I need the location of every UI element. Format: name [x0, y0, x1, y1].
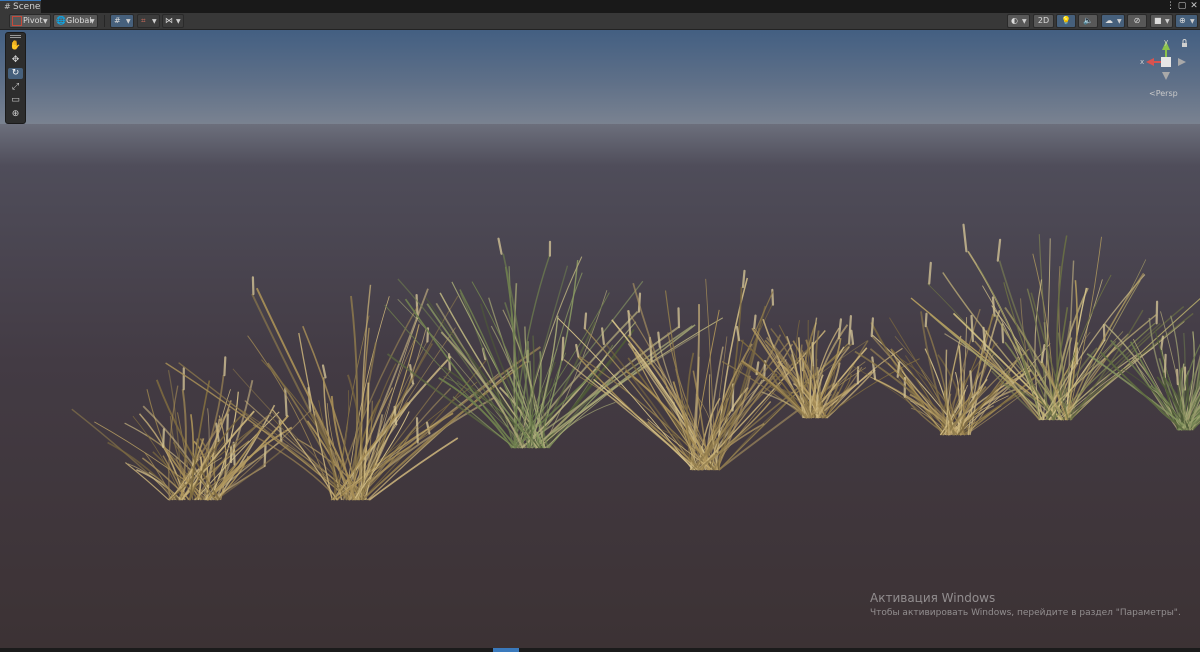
toolbar-overlay-icon: ⋈: [165, 16, 173, 25]
y-axis-label: y: [1164, 38, 1168, 46]
lock-icon[interactable]: [1182, 39, 1187, 48]
sky: [0, 30, 1200, 126]
bottom-strip-accent: [493, 648, 519, 652]
scene-viewport[interactable]: [0, 30, 1200, 652]
hidden-objects-icon: ⊘: [1133, 16, 1141, 25]
camera-icon: ■: [1154, 16, 1162, 25]
increment-snap-icon: ⌗: [141, 16, 146, 25]
chevron-down-icon: ▼: [176, 18, 181, 25]
scale-tool[interactable]: ⤢: [8, 82, 23, 93]
chevron-down-icon: ▼: [152, 18, 157, 25]
neg-x-axis-cone[interactable]: [1178, 58, 1186, 66]
chevron-down-icon: ▼: [1022, 18, 1027, 25]
tab-scene[interactable]: # Scene: [0, 0, 41, 13]
palette-handle[interactable]: [10, 35, 21, 36]
close-icon[interactable]: ✕: [1189, 0, 1199, 13]
move-tool[interactable]: ✥: [8, 55, 23, 66]
neg-y-axis-cone[interactable]: [1162, 72, 1170, 80]
hand-tool[interactable]: ✋: [8, 41, 23, 52]
persp-label: Persp: [1155, 89, 1178, 98]
x-axis-label: x: [1140, 58, 1144, 66]
chevron-down-icon: ▼: [1190, 18, 1195, 25]
rotate-tool[interactable]: ↻: [8, 68, 23, 79]
shading-mode-icon: ◐: [1011, 16, 1018, 25]
bottom-strip: [0, 648, 1200, 652]
tab-bar: # Scene ⋮ ▢ ✕: [0, 0, 1200, 13]
effects-icon: ☁: [1105, 16, 1113, 25]
global-icon: 🌐: [56, 16, 66, 25]
increment-snap-button[interactable]: ⌗ ▼: [137, 14, 160, 28]
scene-grid-icon: #: [4, 2, 11, 11]
lighting-icon: 💡: [1061, 16, 1071, 25]
scene-toolbar: Pivot ▼ 🌐 Global ▼ # ▼ ⌗ ▼ ⋈ ▼ ◐ ▼ 2D 💡 …: [0, 13, 1200, 30]
rect-tool[interactable]: ▭: [8, 95, 23, 106]
audio-icon: 🔈: [1083, 16, 1093, 25]
toggle-2d-button[interactable]: 2D: [1033, 14, 1054, 28]
windows-activation-subtitle: Чтобы активировать Windows, перейдите в …: [870, 608, 1181, 618]
pivot-icon: [12, 16, 22, 26]
chevron-down-icon: ▼: [1165, 18, 1170, 25]
grid-snap-button[interactable]: # ▼: [110, 14, 134, 28]
chevron-down-icon: ▼: [1117, 18, 1122, 25]
camera-dropdown[interactable]: ■ ▼: [1150, 14, 1173, 28]
toolbar-overlay-button[interactable]: ⋈ ▼: [162, 14, 184, 28]
shading-mode-dropdown[interactable]: ◐ ▼: [1007, 14, 1030, 28]
chevron-down-icon: ▼: [90, 18, 95, 25]
audio-toggle[interactable]: 🔈: [1078, 14, 1098, 28]
chevron-down-icon: ▼: [126, 18, 131, 25]
transform-tool[interactable]: ⊕: [8, 109, 23, 120]
projection-toggle[interactable]: <Persp: [1149, 89, 1178, 98]
global-dropdown[interactable]: 🌐 Global ▼: [53, 14, 98, 28]
pivot-dropdown[interactable]: Pivot ▼: [9, 14, 51, 28]
pivot-label: Pivot: [23, 16, 43, 25]
tools-palette: ✋ ✥ ↻ ⤢ ▭ ⊕: [5, 32, 26, 124]
hidden-objects-toggle[interactable]: ⊘: [1127, 14, 1147, 28]
gizmos-icon: ⊕: [1179, 16, 1186, 25]
global-label: Global: [66, 16, 92, 25]
toolbar-separator: [104, 15, 105, 27]
persp-prefix-icon: <: [1149, 89, 1156, 98]
gizmo-center-cube[interactable]: [1161, 57, 1171, 67]
x-axis-cone[interactable]: [1146, 58, 1154, 66]
gizmos-dropdown[interactable]: ⊕ ▼: [1175, 14, 1198, 28]
maximize-icon[interactable]: ▢: [1177, 0, 1187, 13]
lighting-toggle[interactable]: 💡: [1056, 14, 1076, 28]
chevron-down-icon: ▼: [43, 18, 48, 25]
windows-activation-title: Активация Windows: [870, 591, 996, 605]
effects-dropdown[interactable]: ☁ ▼: [1101, 14, 1125, 28]
more-options-icon[interactable]: ⋮: [1166, 0, 1175, 13]
grid-snap-icon: #: [114, 16, 121, 25]
tab-scene-label: Scene: [13, 2, 41, 12]
